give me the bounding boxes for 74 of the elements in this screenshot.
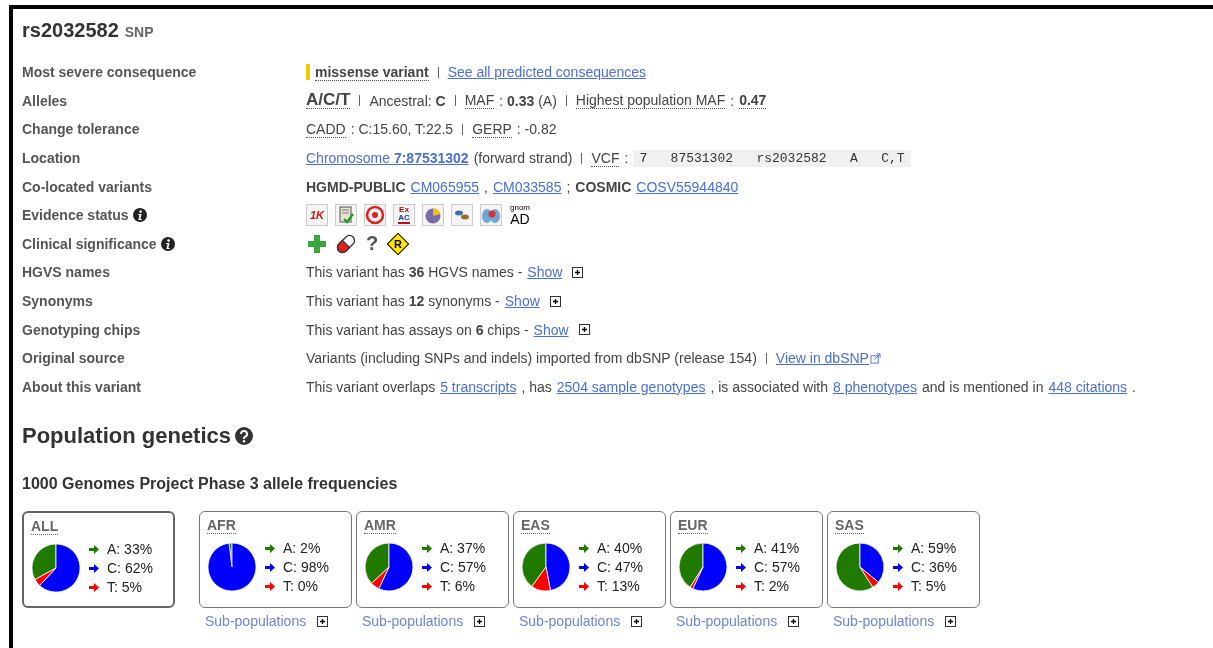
population-name: ALL	[31, 518, 59, 536]
value-text: : 0.33 (A)	[499, 92, 557, 109]
variant-type: SNP	[124, 24, 154, 40]
unknown-mark: ?	[364, 232, 380, 256]
section-heading: Population genetics	[22, 423, 232, 450]
value-text: This variant overlaps	[306, 378, 436, 395]
legend-label: C: 57%	[754, 559, 800, 576]
legend-label: A: 2%	[283, 540, 321, 557]
value-text: Variants (including SNPs and indels) imported from dbSNP (release 154)	[306, 350, 757, 367]
term-text: Highest population MAF	[575, 92, 726, 110]
legend-label: T: 6%	[440, 578, 475, 595]
evidence-badge: gnom AD	[509, 204, 531, 227]
legend-label: A: 40%	[597, 540, 643, 557]
vcf-code: 7 87531302 rs2032582 A C,T	[633, 149, 911, 167]
subheading: 1000 Genomes Project Phase 3 allele frequencies	[22, 475, 399, 494]
legend-label: C: 36%	[911, 559, 957, 576]
legend-label: A: 41%	[754, 540, 800, 557]
value-text: This variant has 12 synonyms -	[306, 293, 500, 310]
evidence-badge: Ex AC	[393, 204, 415, 227]
population-name: EAS	[521, 517, 550, 535]
value-text: , has	[521, 378, 552, 395]
term-text: MAF	[464, 92, 495, 110]
value-text: ,	[484, 178, 488, 195]
value-text: (forward strand)	[473, 150, 573, 167]
value-text: : -0.82	[516, 121, 557, 138]
term-text: GERP	[472, 121, 512, 138]
row-label: Most severe consequence	[22, 64, 197, 81]
legend-label: C: 62%	[107, 560, 153, 577]
term-text: missense variant	[315, 63, 429, 81]
alleles-text: A/C/T	[306, 92, 351, 110]
row-label: Change tolerance	[22, 121, 140, 138]
risk-badge: R	[387, 232, 409, 255]
legend-label: C: 57%	[440, 559, 486, 576]
value-text: This variant has 36 HGVS names -	[306, 264, 523, 281]
population-name: EUR	[678, 517, 708, 535]
row-label: Genotyping chips	[22, 321, 141, 338]
term-text: 0.47	[739, 92, 767, 110]
legend-label: T: 0%	[283, 578, 318, 595]
legend-label: T: 13%	[597, 578, 640, 595]
row-label: About this variant	[22, 378, 141, 395]
population-name: AMR	[364, 517, 396, 535]
value-text: : C:15.60, T:22.5	[350, 121, 454, 138]
value-text: , is associated with	[710, 378, 828, 395]
value-text: ;	[566, 178, 571, 195]
legend-label: T: 5%	[911, 578, 946, 595]
variant-id: rs2032582	[22, 19, 119, 42]
row-label: Clinical significance	[22, 235, 157, 252]
population-name: SAS	[835, 517, 864, 535]
legend-label: C: 47%	[597, 559, 643, 576]
legend-label: A: 59%	[911, 540, 957, 557]
legend-label: A: 37%	[440, 540, 486, 557]
evidence-badge: 1K	[306, 204, 328, 227]
row-label: Alleles	[22, 92, 68, 109]
value-text: :	[624, 150, 629, 167]
legend-label: A: 33%	[107, 541, 153, 558]
row-label: Original source	[22, 350, 125, 367]
value-text: and is mentioned in	[922, 378, 1044, 395]
value-text: This variant has assays on 6 chips -	[306, 321, 529, 338]
legend-label: T: 5%	[107, 579, 142, 596]
term-text: VCF	[591, 149, 620, 167]
legend-label: C: 98%	[283, 559, 329, 576]
row-label: Evidence status	[22, 207, 129, 224]
value-text: :	[730, 92, 735, 109]
legend-label: T: 2%	[754, 578, 789, 595]
source-name: COSMIC	[575, 178, 632, 195]
population-name: AFR	[207, 517, 236, 535]
value-text: .	[1132, 378, 1136, 395]
row-label: Co-located variants	[22, 178, 152, 195]
term-text: CADD	[306, 121, 346, 138]
row-label: Synonyms	[22, 293, 93, 310]
source-name: HGMD-PUBLIC	[306, 178, 406, 195]
value-text: Ancestral: C	[369, 92, 446, 109]
row-label: Location	[22, 150, 81, 167]
row-label: HGVS names	[22, 264, 110, 281]
